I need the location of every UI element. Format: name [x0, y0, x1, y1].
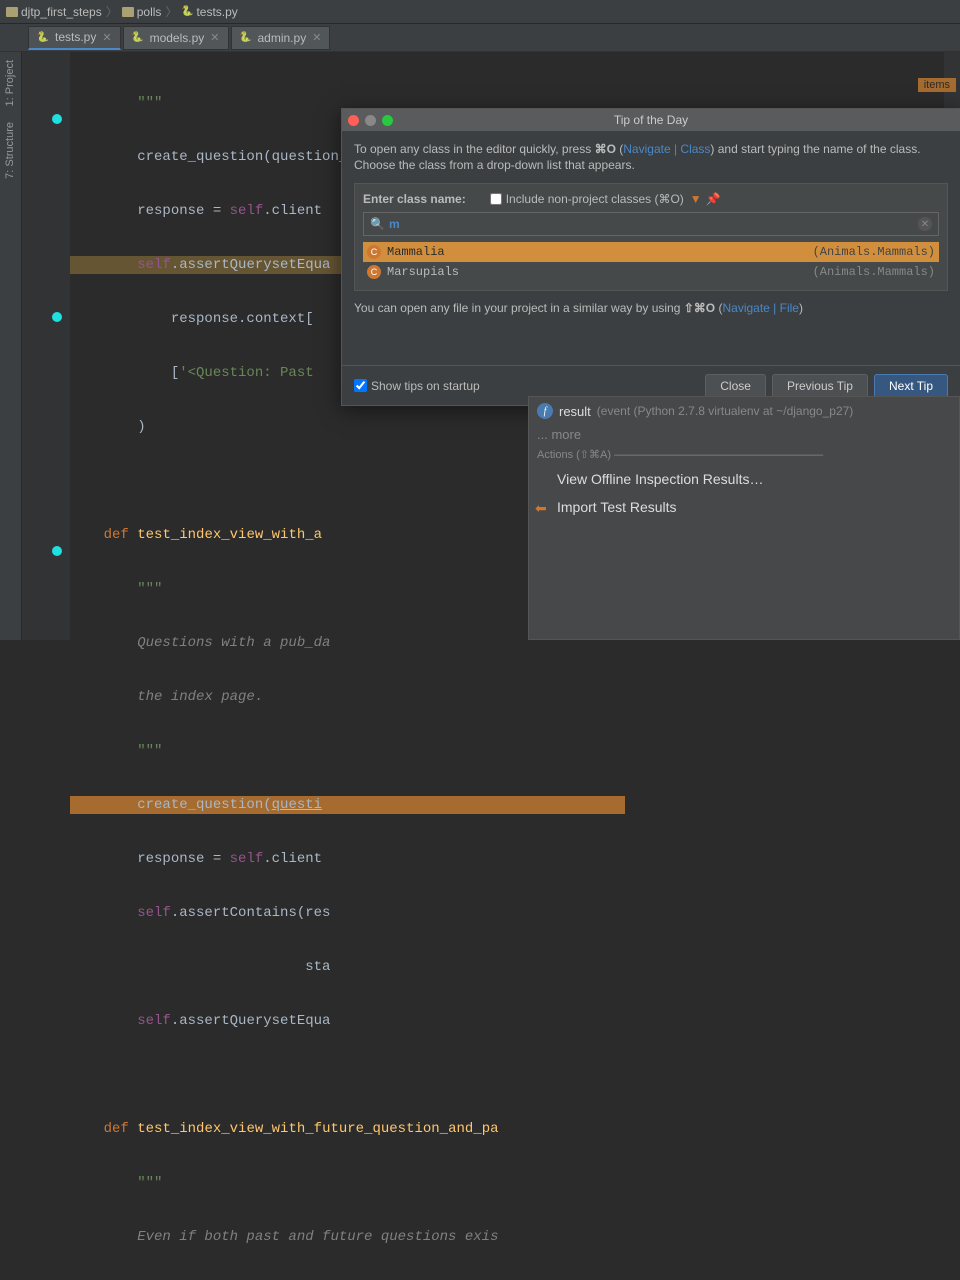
dialog-titlebar[interactable]: Tip of the Day — [342, 109, 960, 131]
chevron-icon: 〉 — [106, 3, 118, 20]
folder-icon — [6, 7, 18, 17]
search-everywhere-popup: f result (event (Python 2.7.8 virtualenv… — [528, 396, 960, 640]
breadcrumb-folder[interactable]: polls — [122, 5, 162, 19]
import-icon: ⬅ — [535, 500, 551, 516]
breadcrumb: djtp_first_steps 〉 polls 〉 tests.py — [0, 0, 960, 24]
include-nonproject-checkbox[interactable]: Include non-project classes (⌘O) — [490, 192, 684, 206]
field-icon: f — [537, 403, 553, 419]
tab-admin[interactable]: admin.py✕ — [231, 26, 331, 50]
class-search-panel: Enter class name: Include non-project cl… — [354, 183, 948, 291]
class-search-input[interactable]: 🔍 m ✕ — [363, 212, 939, 236]
chevron-icon: 〉 — [165, 3, 177, 20]
clear-icon[interactable]: ✕ — [918, 217, 932, 231]
tip-of-day-dialog: Tip of the Day To open any class in the … — [341, 108, 960, 406]
close-icon[interactable]: ✕ — [312, 31, 321, 44]
close-button[interactable]: Close — [705, 374, 766, 398]
close-icon[interactable]: ✕ — [210, 31, 219, 44]
result-label[interactable]: result — [559, 404, 591, 419]
python-file-icon — [37, 31, 49, 43]
result-item[interactable]: C Marsupials (Animals.Mammals) — [363, 262, 939, 282]
search-icon: 🔍 — [370, 217, 385, 231]
next-tip-button[interactable]: Next Tip — [874, 374, 948, 398]
previous-tip-button[interactable]: Previous Tip — [772, 374, 868, 398]
class-icon: C — [367, 245, 381, 259]
tool-project[interactable]: 1: Project — [0, 52, 20, 114]
python-file-icon — [181, 6, 193, 18]
pin-icon[interactable]: 📌 — [706, 192, 721, 206]
tab-models[interactable]: models.py✕ — [123, 26, 229, 50]
action-import-test-results[interactable]: ⬅ Import Test Results — [529, 493, 959, 521]
hint-items: items — [918, 78, 956, 92]
search-label: Enter class name: — [363, 192, 466, 206]
zoom-window-icon[interactable] — [382, 115, 393, 126]
more-link[interactable]: ... more — [529, 425, 959, 444]
result-item[interactable]: C Mammalia (Animals.Mammals) — [363, 242, 939, 262]
editor-tabs: tests.py✕ models.py✕ admin.py✕ — [0, 24, 960, 52]
breakpoint-icon[interactable] — [52, 546, 62, 556]
python-file-icon — [240, 32, 252, 44]
folder-icon — [122, 7, 134, 17]
breadcrumb-file[interactable]: tests.py — [181, 5, 237, 19]
close-icon[interactable]: ✕ — [102, 31, 111, 44]
search-results: C Mammalia (Animals.Mammals) C Marsupial… — [363, 242, 939, 282]
filter-icon[interactable]: ▼ — [690, 192, 702, 206]
tab-tests[interactable]: tests.py✕ — [28, 26, 121, 50]
tip-text: To open any class in the editor quickly,… — [354, 141, 948, 173]
tool-window-bar: 1: Project 7: Structure — [0, 52, 22, 640]
minimize-window-icon[interactable] — [365, 115, 376, 126]
gutter — [22, 52, 70, 640]
result-detail: (event (Python 2.7.8 virtualenv at ~/dja… — [597, 404, 854, 418]
close-window-icon[interactable] — [348, 115, 359, 126]
breadcrumb-project[interactable]: djtp_first_steps — [6, 5, 102, 19]
dialog-title: Tip of the Day — [614, 113, 688, 127]
show-tips-checkbox[interactable]: Show tips on startup — [354, 379, 480, 393]
action-view-offline-inspection[interactable]: View Offline Inspection Results… — [529, 465, 959, 493]
breakpoint-icon[interactable] — [52, 312, 62, 322]
class-icon: C — [367, 265, 381, 279]
tool-structure[interactable]: 7: Structure — [0, 114, 20, 187]
breakpoint-icon[interactable] — [52, 114, 62, 124]
tip-text-2: You can open any file in your project in… — [354, 301, 948, 315]
python-file-icon — [132, 32, 144, 44]
section-actions: Actions (⇧⌘A) ――――――――――――――――――― — [537, 448, 951, 461]
